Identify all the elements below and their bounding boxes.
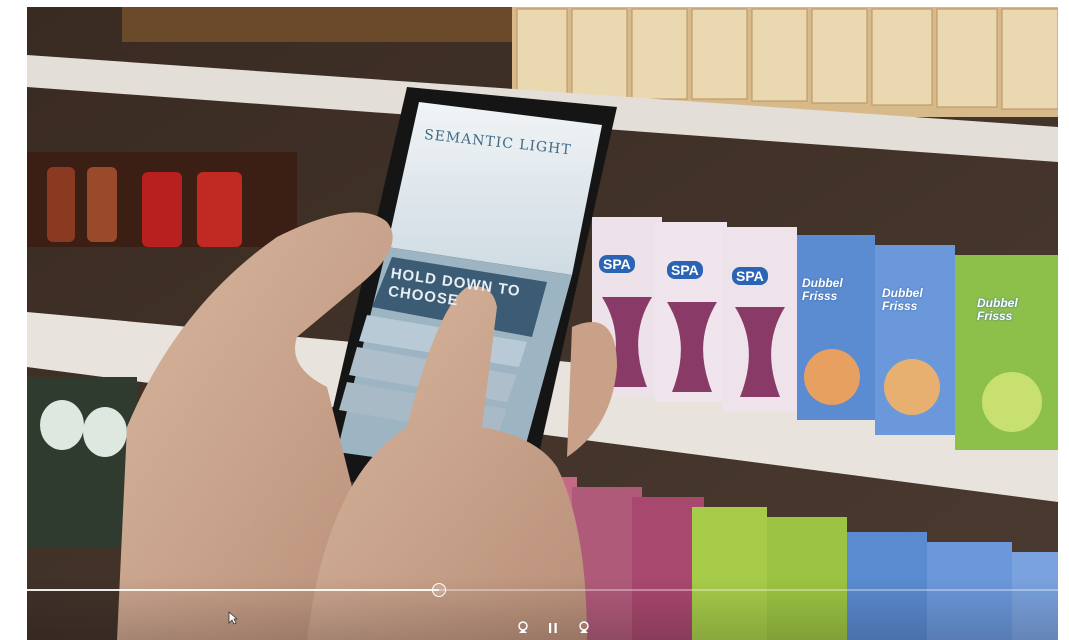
video-frame-image [27, 7, 1058, 640]
next-button[interactable] [575, 619, 593, 637]
mouse-pointer-icon [228, 611, 238, 625]
seek-bar-played [27, 589, 440, 591]
previous-icon [518, 621, 528, 633]
seek-bar[interactable] [27, 583, 1058, 597]
dubbel-frisss-cartons [797, 235, 1058, 450]
previous-button[interactable] [514, 619, 532, 637]
video-player[interactable]: SEMANTIC LIGHT HOLD DOWN TO CHOOSE SPA S… [27, 7, 1058, 640]
next-icon [579, 621, 589, 633]
pause-icon [549, 623, 557, 633]
spa-cartons [592, 217, 797, 412]
pause-button[interactable] [544, 619, 562, 637]
player-controls-overlay [27, 577, 1058, 640]
